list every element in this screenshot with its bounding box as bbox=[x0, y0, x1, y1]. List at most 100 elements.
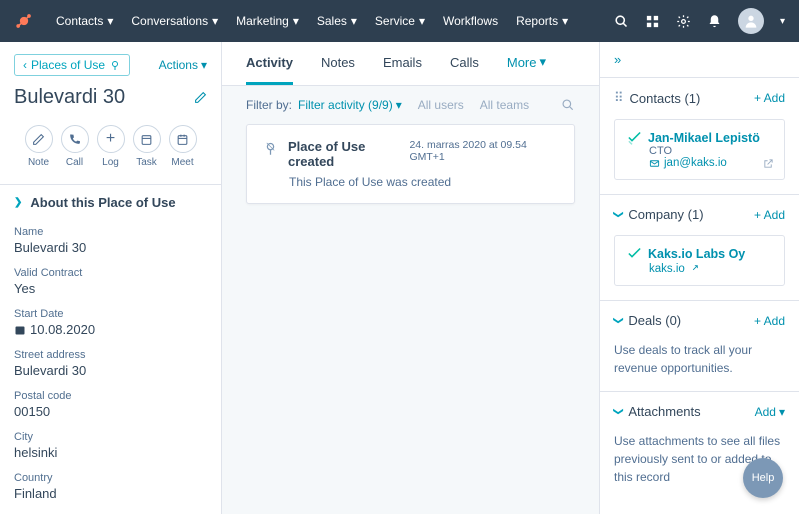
chevron-down-icon: ▾ bbox=[107, 14, 113, 28]
primary-nav: Contacts▾ Conversations▾ Marketing▾ Sale… bbox=[48, 10, 576, 32]
nav-marketing[interactable]: Marketing▾ bbox=[228, 10, 307, 32]
nav-service[interactable]: Service▾ bbox=[367, 10, 433, 32]
add-deal-button[interactable]: + Add bbox=[754, 314, 785, 328]
associations-sidebar: » ⠿ Contacts (1) + Add Jan-Mikael Lepistö… bbox=[599, 42, 799, 514]
search-icon[interactable] bbox=[614, 14, 629, 29]
search-icon[interactable] bbox=[561, 98, 575, 112]
record-title: Bulevardi 30 bbox=[0, 84, 221, 119]
field-name[interactable]: NameBulevardi 30 bbox=[0, 220, 221, 261]
record-sidebar: ‹ Places of Use Actions▾ Bulevardi 30 No… bbox=[0, 42, 222, 514]
tab-notes[interactable]: Notes bbox=[321, 42, 355, 85]
pencil-icon[interactable] bbox=[194, 91, 207, 104]
filter-all-users[interactable]: All users bbox=[418, 98, 464, 112]
chevron-down-icon[interactable]: ❯ bbox=[613, 407, 624, 415]
tab-calls[interactable]: Calls bbox=[450, 42, 479, 85]
note-button[interactable]: Note bbox=[25, 125, 53, 168]
log-button[interactable]: +Log bbox=[97, 125, 125, 168]
chevron-down-icon[interactable]: ❯ bbox=[613, 316, 624, 324]
company-domain-link[interactable]: kaks.io bbox=[649, 263, 772, 275]
activity-item[interactable]: Place of Use created 24. marras 2020 at … bbox=[246, 124, 575, 204]
chevron-down-icon: ❯ bbox=[14, 197, 22, 208]
activity-title: Place of Use created bbox=[288, 139, 409, 169]
contact-role: CTO bbox=[649, 145, 772, 157]
about-section-toggle[interactable]: ❯ About this Place of Use bbox=[0, 184, 221, 220]
task-button[interactable]: Task bbox=[133, 125, 161, 168]
company-panel: ❯ Company (1) + Add Kaks.io Labs Oy kaks.… bbox=[600, 195, 799, 301]
deals-panel: ❯ Deals (0) + Add Use deals to track all … bbox=[600, 301, 799, 392]
filter-bar: Filter by: Filter activity (9/9)▾ All us… bbox=[222, 86, 599, 124]
field-postal-code[interactable]: Postal code00150 bbox=[0, 384, 221, 425]
chevron-down-icon: ▾ bbox=[419, 14, 425, 28]
chevron-down-icon: ▾ bbox=[201, 58, 207, 72]
drag-handle-icon[interactable]: ⠿ bbox=[614, 90, 624, 106]
chevron-down-icon: ▾ bbox=[396, 98, 402, 112]
gear-icon[interactable] bbox=[676, 14, 691, 29]
expand-sidebar-button[interactable]: » bbox=[600, 42, 799, 78]
company-panel-title[interactable]: Company (1) bbox=[628, 207, 703, 222]
activity-timestamp: 24. marras 2020 at 09.54 GMT+1 bbox=[409, 139, 558, 163]
company-card[interactable]: Kaks.io Labs Oy kaks.io bbox=[614, 235, 785, 286]
contacts-panel: ⠿ Contacts (1) + Add Jan-Mikael Lepistö C… bbox=[600, 78, 799, 195]
chevron-down-icon: ▾ bbox=[779, 405, 785, 419]
field-start-date[interactable]: Start Date10.08.2020 bbox=[0, 302, 221, 343]
external-link-icon[interactable] bbox=[763, 158, 774, 169]
deals-empty-text: Use deals to track all your revenue oppo… bbox=[600, 341, 799, 391]
filter-all-teams[interactable]: All teams bbox=[480, 98, 529, 112]
checkmark-icon bbox=[627, 246, 642, 261]
activity-tabs: Activity Notes Emails Calls More▾ bbox=[222, 42, 599, 86]
back-button[interactable]: ‹ Places of Use bbox=[14, 54, 130, 76]
contact-name-link[interactable]: Jan-Mikael Lepistö bbox=[627, 130, 772, 145]
add-attachment-dropdown[interactable]: Add ▾ bbox=[755, 405, 785, 419]
nav-utilities: ▾ bbox=[614, 8, 785, 34]
field-street-address[interactable]: Street addressBulevardi 30 bbox=[0, 343, 221, 384]
nav-contacts[interactable]: Contacts▾ bbox=[48, 10, 121, 32]
nav-conversations[interactable]: Conversations▾ bbox=[123, 10, 226, 32]
pin-icon bbox=[109, 59, 121, 71]
actions-dropdown[interactable]: Actions▾ bbox=[159, 58, 207, 72]
pin-icon bbox=[263, 141, 278, 156]
chevron-down-icon: ▾ bbox=[539, 54, 546, 70]
nav-sales[interactable]: Sales▾ bbox=[309, 10, 365, 32]
quick-actions: Note Call +Log Task Meet bbox=[0, 119, 221, 184]
chevron-down-icon[interactable]: ❯ bbox=[613, 210, 624, 218]
chevron-left-icon: ‹ bbox=[23, 58, 27, 72]
field-city[interactable]: Cityhelsinki bbox=[0, 425, 221, 466]
nav-workflows[interactable]: Workflows bbox=[435, 10, 506, 32]
contact-card[interactable]: Jan-Mikael Lepistö CTO jan@kaks.io bbox=[614, 119, 785, 180]
contacts-panel-title[interactable]: Contacts (1) bbox=[630, 91, 701, 106]
chevron-double-right-icon: » bbox=[614, 52, 621, 67]
checkmark-icon bbox=[627, 130, 642, 145]
help-button[interactable]: Help bbox=[743, 458, 783, 498]
deals-panel-title[interactable]: Deals (0) bbox=[628, 313, 681, 328]
chevron-down-icon: ▾ bbox=[351, 14, 357, 28]
call-button[interactable]: Call bbox=[61, 125, 89, 168]
attachments-panel-title[interactable]: Attachments bbox=[628, 404, 700, 419]
field-country[interactable]: CountryFinland bbox=[0, 466, 221, 507]
chevron-down-icon: ▾ bbox=[293, 14, 299, 28]
external-link-icon bbox=[689, 264, 699, 274]
hubspot-logo-icon[interactable] bbox=[14, 11, 34, 31]
filter-activity-dropdown[interactable]: Filter activity (9/9)▾ bbox=[298, 98, 402, 112]
activity-body: This Place of Use was created bbox=[289, 175, 558, 189]
filter-by-label: Filter by: bbox=[246, 98, 292, 112]
chevron-down-icon: ▾ bbox=[562, 14, 568, 28]
tab-emails[interactable]: Emails bbox=[383, 42, 422, 85]
envelope-icon bbox=[649, 158, 660, 169]
contact-email-link[interactable]: jan@kaks.io bbox=[649, 157, 772, 169]
tab-more[interactable]: More▾ bbox=[507, 42, 546, 85]
top-nav: Contacts▾ Conversations▾ Marketing▾ Sale… bbox=[0, 0, 799, 42]
chevron-down-icon[interactable]: ▾ bbox=[780, 16, 785, 27]
field-valid-contract[interactable]: Valid ContractYes bbox=[0, 261, 221, 302]
meet-button[interactable]: Meet bbox=[169, 125, 197, 168]
add-company-button[interactable]: + Add bbox=[754, 208, 785, 222]
user-avatar[interactable] bbox=[738, 8, 764, 34]
chevron-down-icon: ▾ bbox=[212, 14, 218, 28]
marketplace-icon[interactable] bbox=[645, 14, 660, 29]
activity-pane: Activity Notes Emails Calls More▾ Filter… bbox=[222, 42, 599, 514]
tab-activity[interactable]: Activity bbox=[246, 42, 293, 85]
calendar-icon bbox=[14, 324, 26, 336]
nav-reports[interactable]: Reports▾ bbox=[508, 10, 576, 32]
add-contact-button[interactable]: + Add bbox=[754, 91, 785, 105]
company-name-link[interactable]: Kaks.io Labs Oy bbox=[627, 246, 772, 261]
bell-icon[interactable] bbox=[707, 14, 722, 29]
